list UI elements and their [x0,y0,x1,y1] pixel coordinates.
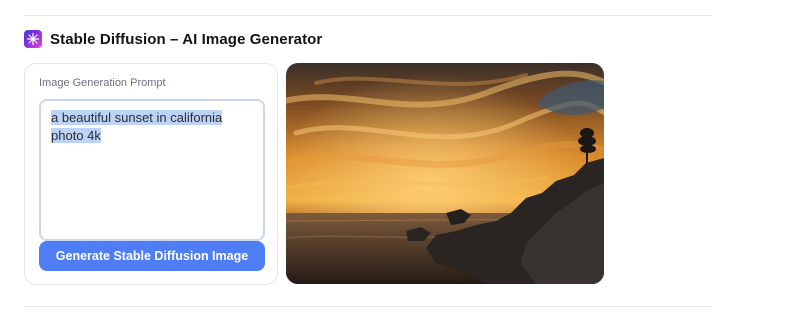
prompt-textarea[interactable]: a beautiful sunset in california photo 4… [39,99,265,241]
top-divider [24,15,712,16]
page-header: Stable Diffusion – AI Image Generator [24,29,322,49]
prompt-label: Image Generation Prompt [39,77,166,89]
generated-image [286,63,604,284]
sparkle-icon [24,30,42,48]
prompt-text: a beautiful sunset in california photo 4… [51,110,223,143]
prompt-card: Image Generation Prompt a beautiful suns… [24,63,278,285]
page-title: Stable Diffusion – AI Image Generator [50,30,323,48]
generate-button[interactable]: Generate Stable Diffusion Image [39,241,265,271]
bottom-divider [24,306,712,307]
